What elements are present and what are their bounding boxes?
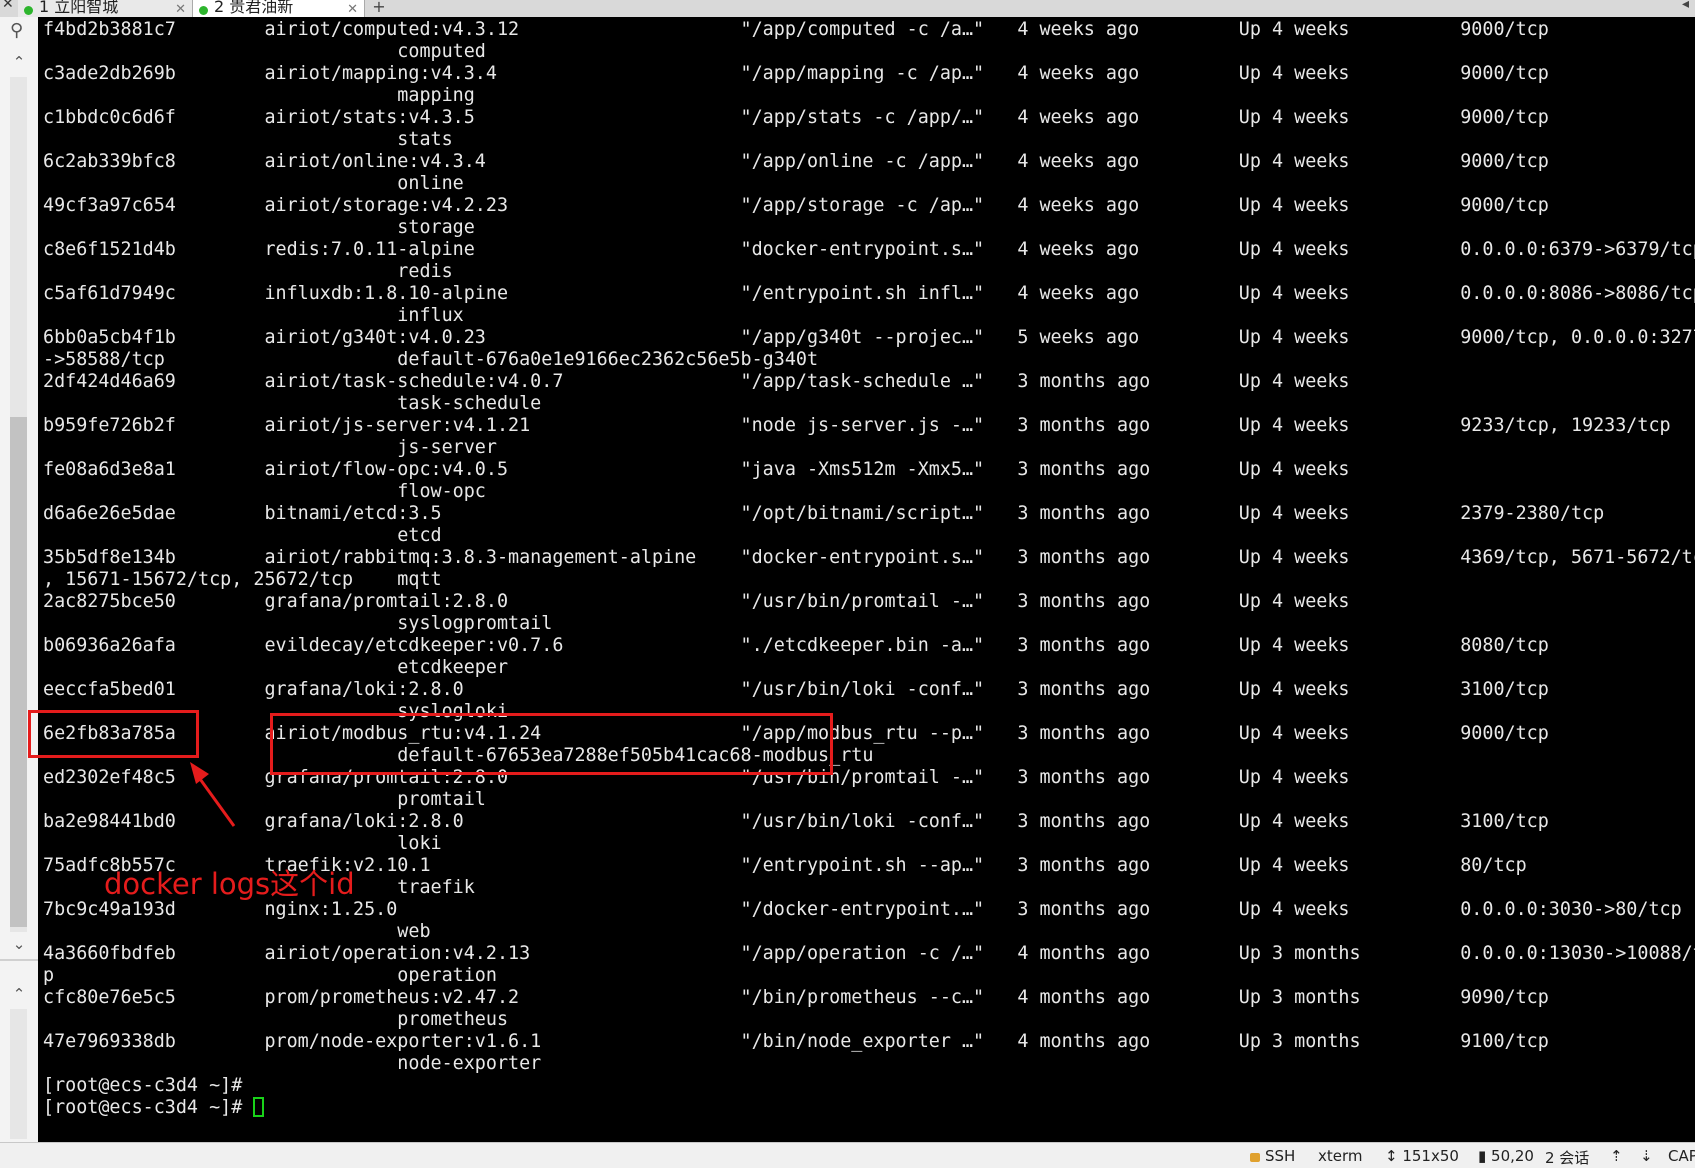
terminal-line: node-exporter xyxy=(43,1053,542,1074)
status-dot-icon xyxy=(199,6,208,15)
terminal-line: mapping xyxy=(43,85,475,106)
terminal-line: 49cf3a97c654 airiot/storage:v4.2.23 "/ap… xyxy=(43,195,1549,216)
close-icon[interactable]: ✕ xyxy=(2,0,14,12)
terminal-line: web xyxy=(43,921,431,942)
terminal-line: c8e6f1521d4b redis:7.0.11-alpine "docker… xyxy=(43,239,1695,260)
side-panel: ⚲ ⌃ ⌄ ⌃ xyxy=(0,17,39,1142)
terminal-line: 7bc9c49a193d nginx:1.25.0 "/docker-entry… xyxy=(43,899,1682,920)
tab-close-icon[interactable]: ✕ xyxy=(175,2,186,17)
terminal-output[interactable]: f4bd2b3881c7 airiot/computed:v4.3.12 "/a… xyxy=(38,17,1695,1142)
scroll-up-icon[interactable]: ⇡ xyxy=(1610,1147,1623,1165)
status-bar: SSH xterm ↕ 151x50 ▮ 50,20 2 会话 ⇡ ⇣ CAP xyxy=(0,1142,1695,1168)
terminal-line: 2df424d46a69 airiot/task-schedule:v4.0.7… xyxy=(43,371,1350,392)
tab-label: 1 立阳智城 xyxy=(39,0,119,16)
terminal-line: online xyxy=(43,173,464,194)
terminal-size: ↕ 151x50 xyxy=(1385,1147,1459,1165)
terminal-line: c3ade2db269b airiot/mapping:v4.3.4 "/app… xyxy=(43,63,1549,84)
terminal-line: syslogpromtail xyxy=(43,613,553,634)
terminal-line: b959fe726b2f airiot/js-server:v4.1.21 "n… xyxy=(43,415,1671,436)
terminal-line: task-schedule xyxy=(43,393,542,414)
scroll-down-icon[interactable]: ⌄ xyxy=(8,935,30,953)
divider xyxy=(0,959,38,961)
tab-list-icon[interactable]: ◂ xyxy=(1682,0,1689,12)
terminal-line: f4bd2b3881c7 airiot/computed:v4.3.12 "/a… xyxy=(43,19,1549,40)
scroll-up-icon[interactable]: ⌃ xyxy=(8,53,30,71)
terminal-line: [root@ecs-c3d4 ~]# xyxy=(43,1075,243,1096)
annotation-label: docker logs这个id xyxy=(104,867,355,901)
terminal-line: loki xyxy=(43,833,442,854)
terminal-line: prometheus xyxy=(43,1009,509,1030)
status-dot-icon xyxy=(24,6,33,15)
terminal-text: f4bd2b3881c7 airiot/computed:v4.3.12 "/a… xyxy=(43,19,1695,1119)
tab-session-1[interactable]: 1 立阳智城 ✕ xyxy=(18,0,193,17)
terminal-line: , 15671-15672/tcp, 25672/tcp mqtt xyxy=(43,569,442,590)
lock-icon xyxy=(1250,1153,1260,1162)
annotation-box-container-name xyxy=(270,713,833,775)
terminal-line: fe08a6d3e8a1 airiot/flow-opc:v4.0.5 "jav… xyxy=(43,459,1350,480)
annotation-box-container-id xyxy=(28,710,199,758)
terminal-line: 2ac8275bce50 grafana/promtail:2.8.0 "/us… xyxy=(43,591,1350,612)
tab-session-2[interactable]: 2 贵君油新 ✕ xyxy=(193,0,365,17)
terminal-line: etcd xyxy=(43,525,442,546)
tab-bar: ✕ 1 立阳智城 ✕ 2 贵君油新 ✕ + ◂ xyxy=(0,0,1695,17)
resize-icon: ↕ xyxy=(1385,1147,1403,1165)
terminal-line: ->58588/tcp default-676a0e1e9166ec2362c5… xyxy=(43,349,819,370)
terminal-line: 35b5df8e134b airiot/rabbitmq:3.8.3-manag… xyxy=(43,547,1695,568)
position-icon: ▮ xyxy=(1478,1147,1492,1165)
terminal-line: storage xyxy=(43,217,475,238)
terminal-line: c1bbdc0c6d6f airiot/stats:v4.3.5 "/app/s… xyxy=(43,107,1549,128)
scroll-down-icon[interactable]: ⇣ xyxy=(1640,1147,1653,1165)
terminal-line: flow-opc xyxy=(43,481,486,502)
terminal-line: computed xyxy=(43,41,486,62)
ssh-status: SSH xyxy=(1250,1147,1295,1165)
terminal-line: etcdkeeper xyxy=(43,657,509,678)
terminal-line: eeccfa5bed01 grafana/loki:2.8.0 "/usr/bi… xyxy=(43,679,1549,700)
terminal-line: influx xyxy=(43,305,464,326)
cursor xyxy=(253,1097,265,1117)
terminal-line: cfc80e76e5c5 prom/prometheus:v2.47.2 "/b… xyxy=(43,987,1549,1008)
terminal-line: stats xyxy=(43,129,453,150)
terminal-line: 6c2ab339bfc8 airiot/online:v4.3.4 "/app/… xyxy=(43,151,1549,172)
terminal-line: promtail xyxy=(43,789,486,810)
terminal-line: redis xyxy=(43,261,453,282)
terminal-line: b06936a26afa evildecay/etcdkeeper:v0.7.6… xyxy=(43,635,1549,656)
scroll-up-icon[interactable]: ⌃ xyxy=(8,985,30,1003)
terminal-line: 6bb0a5cb4f1b airiot/g340t:v4.0.23 "/app/… xyxy=(43,327,1695,348)
scrollbar-track[interactable] xyxy=(10,1009,27,1139)
terminal-type: xterm xyxy=(1318,1147,1363,1165)
terminal-line: [root@ecs-c3d4 ~]# xyxy=(43,1097,1695,1119)
terminal-line: 47e7969338db prom/node-exporter:v1.6.1 "… xyxy=(43,1031,1549,1052)
scrollbar-thumb[interactable] xyxy=(10,417,27,927)
tab-label: 2 贵君油新 xyxy=(214,0,294,16)
caps-indicator: CAP xyxy=(1668,1147,1695,1165)
terminal-line: ba2e98441bd0 grafana/loki:2.8.0 "/usr/bi… xyxy=(43,811,1549,832)
search-icon[interactable]: ⚲ xyxy=(10,20,23,41)
new-tab-icon[interactable]: + xyxy=(370,0,388,16)
terminal-line: p operation xyxy=(43,965,497,986)
tab-close-icon[interactable]: ✕ xyxy=(347,2,358,17)
session-count: 2 会话 xyxy=(1545,1149,1590,1167)
cursor-position: ▮ 50,20 xyxy=(1478,1147,1534,1165)
terminal-line: js-server xyxy=(43,437,497,458)
terminal-line: c5af61d7949c influxdb:1.8.10-alpine "/en… xyxy=(43,283,1695,304)
terminal-line: 4a3660fbdfeb airiot/operation:v4.2.13 "/… xyxy=(43,943,1695,964)
terminal-line: d6a6e26e5dae bitnami/etcd:3.5 "/opt/bitn… xyxy=(43,503,1605,524)
